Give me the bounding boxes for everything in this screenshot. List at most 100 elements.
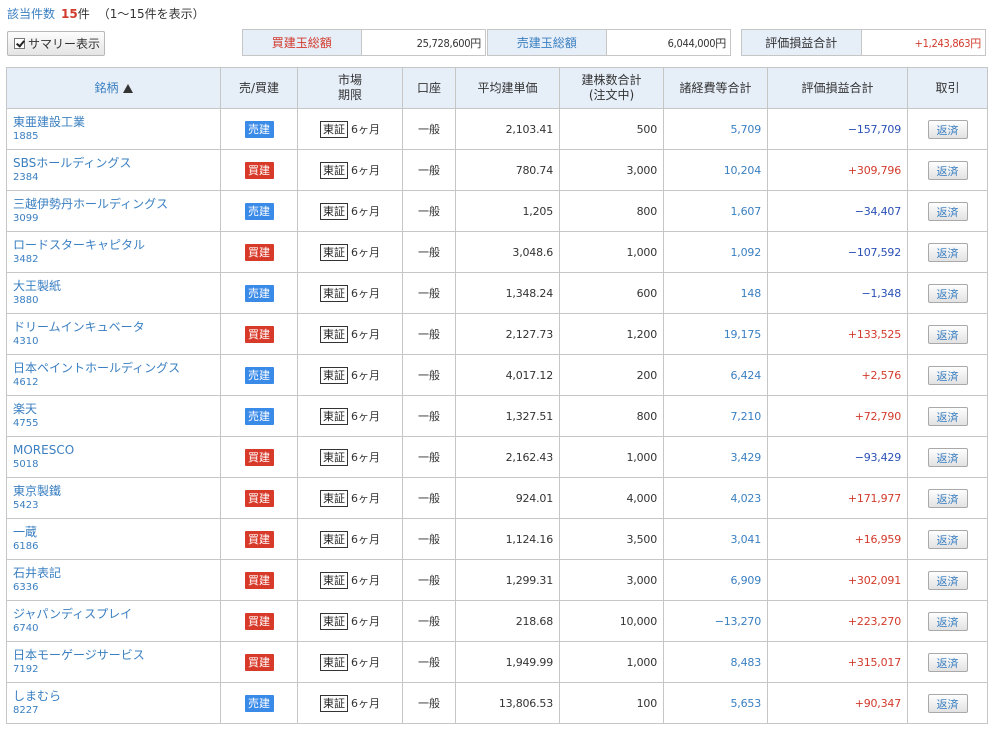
stock-cell: 三越伊勢丹ホールディングス 3099	[6, 190, 221, 232]
pl-cell: +2,576	[767, 354, 908, 396]
repay-button[interactable]: 返済	[927, 611, 968, 631]
stock-name-link[interactable]: ジャパンディスプレイ	[13, 607, 220, 622]
stock-cell: SBSホールディングス 2384	[6, 149, 221, 191]
stock-name-link[interactable]: 三越伊勢丹ホールディングス	[13, 197, 220, 212]
table-row: 東亜建設工業 1885 売建 東証 6ヶ月 一般 2,103.41 500 5,709 −157,…	[6, 108, 988, 150]
stock-cell: ドリームインキュベータ 4310	[6, 313, 221, 355]
term-text: 6ヶ月	[351, 122, 380, 136]
checkbox-checked-icon[interactable]	[14, 38, 25, 49]
repay-button[interactable]: 返済	[927, 693, 968, 713]
account-cell: 一般	[402, 313, 456, 355]
side-badge: 買建	[244, 653, 274, 671]
quantity-cell: 600	[559, 272, 664, 314]
fees-cell: 1,092	[663, 231, 768, 273]
stock-name-link[interactable]: しまむら	[13, 689, 220, 704]
avg-price-cell: 924.01	[455, 477, 560, 519]
avg-price-cell: 1,348.24	[455, 272, 560, 314]
account-cell: 一般	[402, 682, 456, 724]
trade-cell: 返済	[907, 108, 988, 150]
fees-cell: 3,429	[663, 436, 768, 478]
buy-total-label: 買建玉総額	[243, 30, 362, 55]
stock-name-link[interactable]: 石井表記	[13, 566, 220, 581]
stock-code: 6740	[13, 623, 39, 634]
stock-name-link[interactable]: 日本モーゲージサービス	[13, 648, 220, 663]
repay-button[interactable]: 返済	[927, 365, 968, 385]
table-row: 東京製鐵 5423 買建 東証 6ヶ月 一般 924.01 4,000 4,023 +171,97…	[6, 477, 988, 519]
avg-price-cell: 1,124.16	[455, 518, 560, 560]
repay-button[interactable]: 返済	[927, 324, 968, 344]
pl-total-value: +1,243,863円	[914, 36, 982, 50]
term-text: 6ヶ月	[351, 655, 380, 669]
term-text: 6ヶ月	[351, 696, 380, 710]
trade-cell: 返済	[907, 682, 988, 724]
stock-name-link[interactable]: 東京製鐵	[13, 484, 220, 499]
repay-button[interactable]: 返済	[927, 652, 968, 672]
side-badge: 売建	[244, 407, 274, 425]
stock-name-link[interactable]: 楽天	[13, 402, 220, 417]
trade-cell: 返済	[907, 395, 988, 437]
stock-name-link[interactable]: 東亜建設工業	[13, 115, 220, 130]
fees-cell: 19,175	[663, 313, 768, 355]
quantity-cell: 100	[559, 682, 664, 724]
side-cell: 買建	[220, 149, 298, 191]
sort-up-triangle-icon	[122, 83, 133, 93]
stock-cell: 日本モーゲージサービス 7192	[6, 641, 221, 683]
stock-name-link[interactable]: 一蔵	[13, 525, 220, 540]
account-cell: 一般	[402, 108, 456, 150]
repay-button[interactable]: 返済	[927, 570, 968, 590]
stock-name-link[interactable]: 日本ペイントホールディングス	[13, 361, 220, 376]
avg-price-cell: 13,806.53	[455, 682, 560, 724]
market-cell: 東証 6ヶ月	[297, 682, 403, 724]
repay-button[interactable]: 返済	[927, 488, 968, 508]
sell-total-box: 売建玉総額 6,044,000円	[487, 29, 731, 56]
stock-cell: MORESCO 5018	[6, 436, 221, 478]
positions-table: 銘柄 売/買建 市場 期限 口座 平均建単価 建株数合計 (注文中) 諸経費等合計 …	[6, 67, 988, 724]
term-text: 6ヶ月	[351, 163, 380, 177]
column-header-avg-price: 平均建単価	[455, 67, 560, 109]
side-badge: 買建	[244, 612, 274, 630]
column-header-market: 市場 期限	[297, 67, 403, 109]
repay-button[interactable]: 返済	[927, 283, 968, 303]
table-row: 楽天 4755 売建 東証 6ヶ月 一般 1,327.51 800 7,210 +72,790 返済	[6, 395, 988, 437]
market-cell: 東証 6ヶ月	[297, 600, 403, 642]
stock-name-link[interactable]: 大王製紙	[13, 279, 220, 294]
stock-name-link[interactable]: ドリームインキュベータ	[13, 320, 220, 335]
stock-cell: 日本ペイントホールディングス 4612	[6, 354, 221, 396]
sell-total-value: 6,044,000円	[667, 36, 727, 50]
market-badge: 東証	[320, 489, 348, 507]
fees-cell: 5,709	[663, 108, 768, 150]
stock-name-link[interactable]: MORESCO	[13, 443, 220, 458]
repay-button[interactable]: 返済	[927, 160, 968, 180]
side-badge: 売建	[244, 202, 274, 220]
repay-button[interactable]: 返済	[927, 529, 968, 549]
avg-price-cell: 3,048.6	[455, 231, 560, 273]
avg-price-cell: 2,162.43	[455, 436, 560, 478]
side-badge: 買建	[244, 243, 274, 261]
fees-cell: 6,424	[663, 354, 768, 396]
stock-name-link[interactable]: ロードスターキャピタル	[13, 238, 220, 253]
column-header-name[interactable]: 銘柄	[6, 67, 221, 109]
buy-total-box: 買建玉総額 25,728,600円	[242, 29, 486, 56]
repay-button[interactable]: 返済	[927, 201, 968, 221]
summary-toggle-button[interactable]: サマリー表示	[7, 31, 105, 56]
pl-cell: −93,429	[767, 436, 908, 478]
repay-button[interactable]: 返済	[927, 406, 968, 426]
avg-price-cell: 4,017.12	[455, 354, 560, 396]
column-header-account: 口座	[402, 67, 456, 109]
repay-button[interactable]: 返済	[927, 242, 968, 262]
avg-price-cell: 1,205	[455, 190, 560, 232]
market-badge: 東証	[320, 366, 348, 384]
pl-cell: +171,977	[767, 477, 908, 519]
repay-button[interactable]: 返済	[927, 447, 968, 467]
repay-button[interactable]: 返済	[927, 119, 968, 139]
stock-code: 1885	[13, 131, 39, 142]
market-badge: 東証	[320, 243, 348, 261]
table-row: しまむら 8227 売建 東証 6ヶ月 一般 13,806.53 100 5,653 +90,34…	[6, 682, 988, 724]
account-cell: 一般	[402, 518, 456, 560]
table-row: SBSホールディングス 2384 買建 東証 6ヶ月 一般 780.74 3,000 10,20…	[6, 149, 988, 191]
stock-cell: 石井表記 6336	[6, 559, 221, 601]
stock-name-link[interactable]: SBSホールディングス	[13, 156, 220, 171]
side-badge: 買建	[244, 161, 274, 179]
side-cell: 買建	[220, 477, 298, 519]
trade-cell: 返済	[907, 641, 988, 683]
